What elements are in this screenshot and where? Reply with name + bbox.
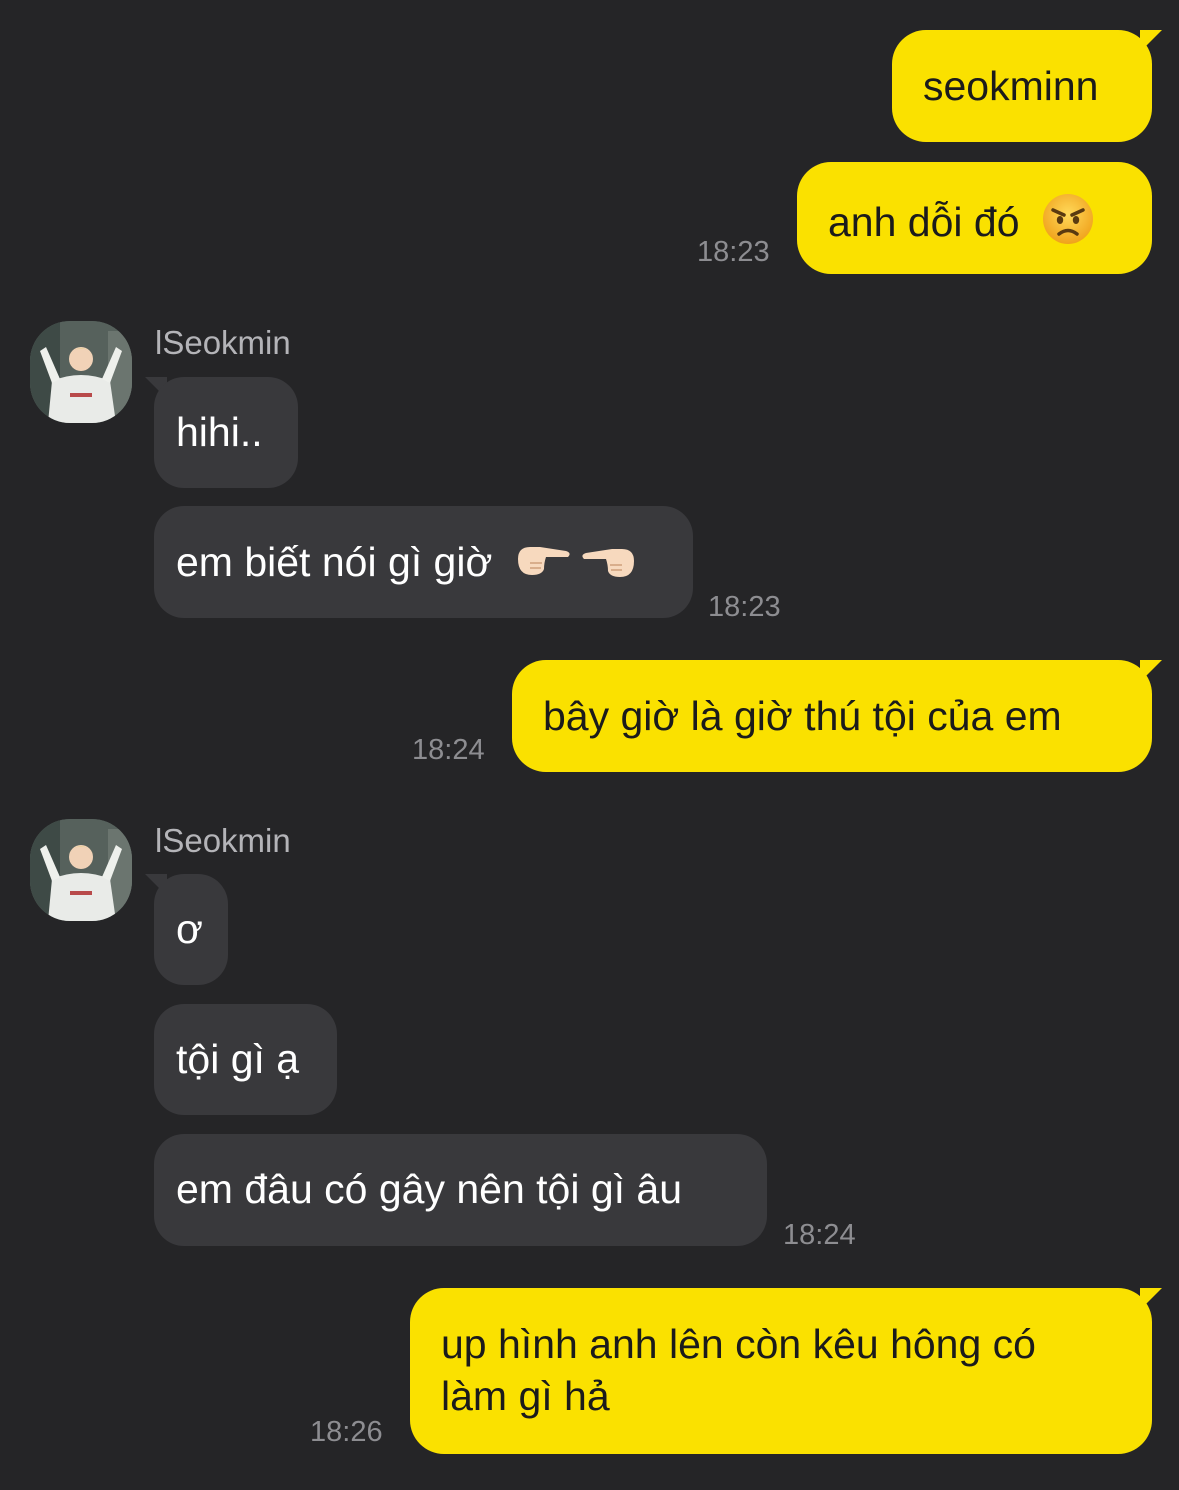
avatar[interactable] bbox=[30, 321, 132, 423]
pointing-fingers-icon bbox=[514, 537, 640, 593]
message-text-line: làm gì hả bbox=[441, 1373, 610, 1419]
message-text: em biết nói gì giờ bbox=[176, 539, 493, 585]
outgoing-message-bubble[interactable]: up hình anh lên còn kêu hông có làm gì h… bbox=[410, 1288, 1152, 1454]
outgoing-message-bubble[interactable]: bây giờ là giờ thú tội của em bbox=[512, 660, 1152, 772]
incoming-message-bubble[interactable]: hihi.. bbox=[154, 377, 298, 488]
sender-name: lSeokmin bbox=[155, 822, 291, 859]
outgoing-message-bubble[interactable]: seokminn bbox=[892, 30, 1152, 142]
angry-face-icon bbox=[1041, 192, 1095, 258]
message-text: hihi.. bbox=[176, 409, 263, 455]
incoming-message-bubble[interactable]: em đâu có gây nên tội gì âu bbox=[154, 1134, 767, 1246]
message-text: ơ bbox=[176, 906, 203, 952]
message-text: bây giờ là giờ thú tội của em bbox=[543, 693, 1062, 739]
message-text: seokminn bbox=[923, 63, 1099, 109]
message-text: anh dỗi đó bbox=[828, 198, 1020, 245]
message-timestamp: 18:24 bbox=[783, 1219, 856, 1251]
avatar[interactable] bbox=[30, 819, 132, 921]
message-text: tội gì ạ bbox=[176, 1036, 300, 1082]
bubble-tail bbox=[1140, 1288, 1162, 1310]
message-timestamp: 18:24 bbox=[412, 734, 485, 766]
message-timestamp: 18:26 bbox=[310, 1416, 383, 1448]
message-text: em đâu có gây nên tội gì âu bbox=[176, 1166, 683, 1212]
sender-name: lSeokmin bbox=[155, 324, 291, 361]
incoming-message-bubble[interactable]: tội gì ạ bbox=[154, 1004, 337, 1115]
incoming-message-bubble[interactable]: ơ bbox=[154, 874, 228, 985]
outgoing-message-bubble[interactable]: anh dỗi đó bbox=[797, 162, 1152, 274]
message-timestamp: 18:23 bbox=[708, 591, 781, 623]
message-text-line: up hình anh lên còn kêu hông có bbox=[441, 1321, 1036, 1367]
incoming-message-bubble[interactable]: em biết nói gì giờ bbox=[154, 506, 693, 618]
message-timestamp: 18:23 bbox=[697, 236, 770, 268]
